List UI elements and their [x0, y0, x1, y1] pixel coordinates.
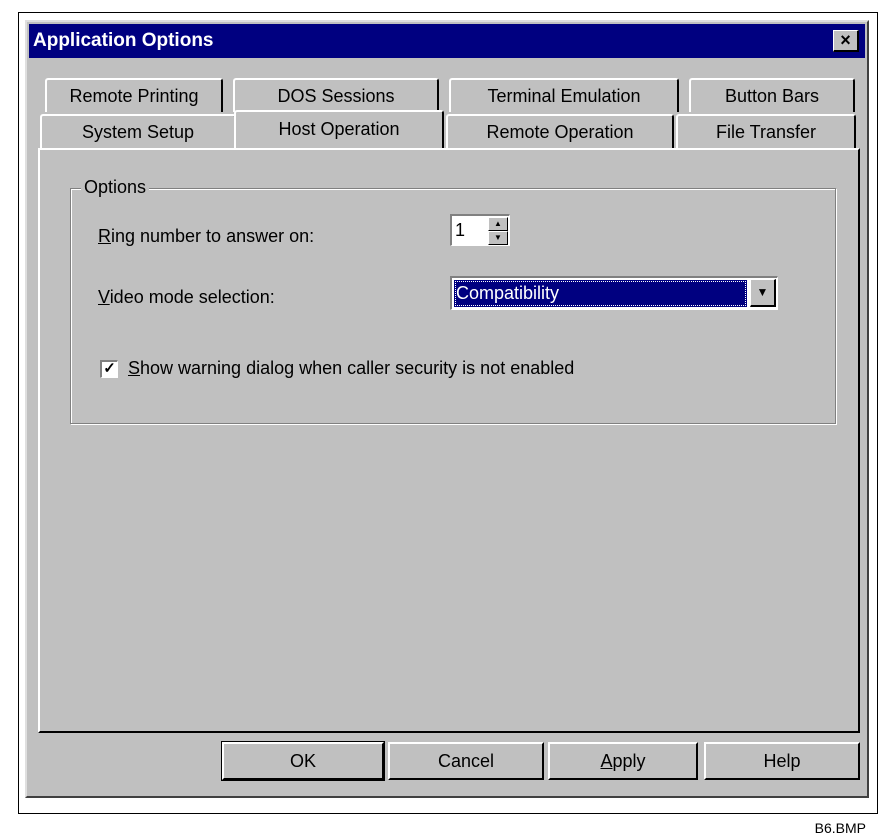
ring-number-value: 1 — [455, 220, 466, 240]
tab-terminal-emulation[interactable]: Terminal Emulation — [449, 78, 679, 112]
tab-dos-sessions[interactable]: DOS Sessions — [233, 78, 439, 112]
tab-button-bars[interactable]: Button Bars — [689, 78, 855, 112]
video-mode-select[interactable]: Compatibility ▼ — [450, 276, 778, 310]
window-title: Application Options — [33, 30, 214, 51]
ok-button[interactable]: OK — [221, 741, 385, 781]
spin-up-icon[interactable]: ▲ — [488, 217, 508, 231]
figure-caption: B6.BMP — [814, 820, 866, 836]
title-bar: Application Options × — [29, 24, 865, 58]
spin-down-icon[interactable]: ▼ — [488, 231, 508, 245]
tab-host-operation[interactable]: Host Operation — [234, 110, 444, 148]
close-icon: × — [840, 30, 851, 50]
spinner-buttons: ▲ ▼ — [488, 217, 508, 245]
ring-number-label: Ring number to answer on: — [98, 226, 315, 246]
warning-checkbox-label[interactable]: Show warning dialog when caller security… — [128, 358, 574, 379]
chevron-down-icon[interactable]: ▼ — [750, 279, 776, 307]
checkmark-icon: ✓ — [103, 360, 116, 377]
video-mode-label: Video mode selection: — [98, 287, 275, 307]
warning-checkbox[interactable]: ✓ — [100, 360, 118, 378]
close-button[interactable]: × — [833, 30, 859, 52]
tab-remote-printing[interactable]: Remote Printing — [45, 78, 223, 112]
ring-number-spinner[interactable]: 1 ▲ ▼ — [450, 214, 510, 246]
help-button[interactable]: Help — [704, 742, 860, 780]
tab-remote-operation[interactable]: Remote Operation — [446, 114, 674, 148]
tab-file-transfer[interactable]: File Transfer — [676, 114, 856, 148]
cancel-button[interactable]: Cancel — [388, 742, 544, 780]
video-mode-value: Compatibility — [454, 280, 747, 307]
options-group-title: Options — [81, 177, 150, 198]
apply-button[interactable]: Apply — [548, 742, 698, 780]
tab-system-setup[interactable]: System Setup — [40, 114, 236, 148]
